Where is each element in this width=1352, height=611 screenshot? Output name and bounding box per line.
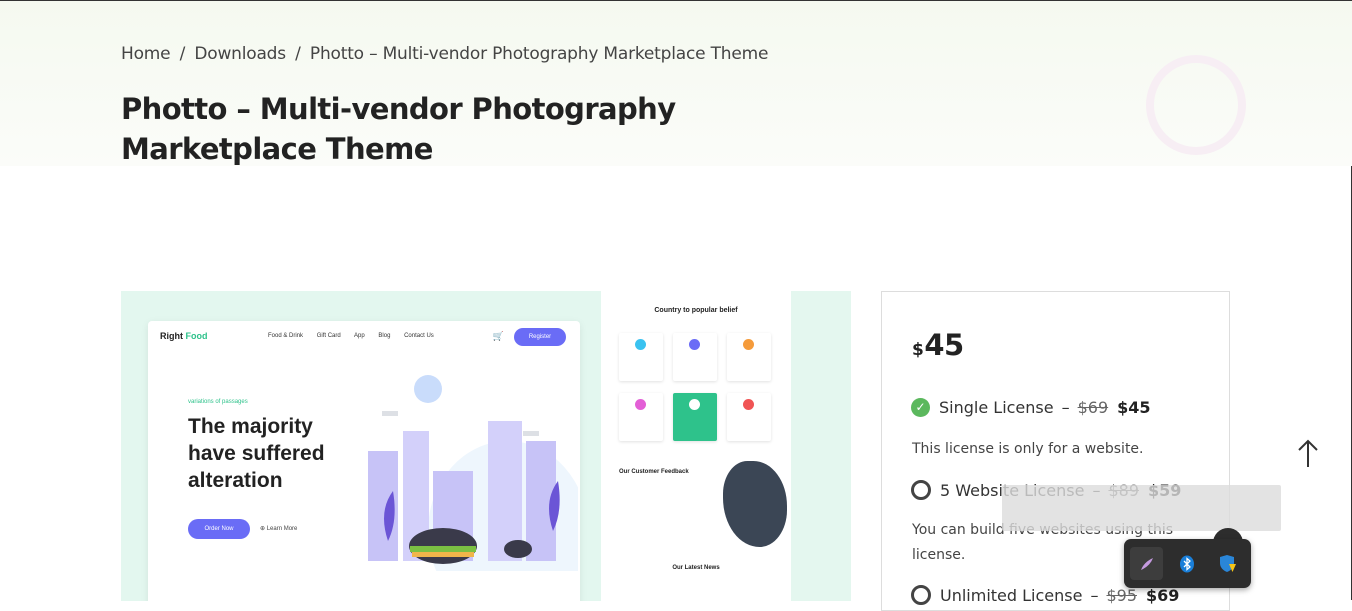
- preview-nav-item: Contact Us: [404, 333, 434, 339]
- tile-dot-icon: [635, 399, 646, 410]
- product-preview-image[interactable]: Right Food Food & Drink Gift Card App Bl…: [121, 291, 851, 601]
- license-old-price: $95: [1106, 585, 1137, 605]
- radio-button[interactable]: [911, 480, 931, 500]
- price-currency: $: [912, 340, 924, 360]
- pen-icon: [1140, 557, 1153, 570]
- preview-tile: [673, 333, 717, 381]
- license-description: This license is only for a website.: [912, 441, 1144, 457]
- preview-news-title: Our Latest News: [672, 565, 720, 571]
- breadcrumb-home[interactable]: Home: [121, 44, 171, 64]
- tray-button-security[interactable]: [1210, 547, 1243, 580]
- preview-left-panel: Right Food Food & Drink Gift Card App Bl…: [121, 291, 601, 601]
- cart-icon: 🛒: [492, 331, 504, 341]
- license-option-single[interactable]: ✓ Single License – $69 $45: [911, 398, 1151, 417]
- security-warning-icon: [1219, 554, 1236, 572]
- license-dash: –: [1090, 585, 1099, 605]
- preview-tile: [727, 393, 771, 441]
- decorative-ring: [1146, 55, 1246, 155]
- preview-nav: Food & Drink Gift Card App Blog Contact …: [268, 333, 446, 339]
- preview-nav-item: Food & Drink: [268, 333, 304, 339]
- license-name: Single License: [939, 398, 1054, 417]
- preview-tile-active: [673, 393, 717, 441]
- preview-nav-item: App: [354, 333, 365, 339]
- preview-logo-b: Food: [185, 331, 208, 341]
- preview-learn-more: ⊕ Learn More: [260, 526, 298, 532]
- preview-tile: [619, 393, 663, 441]
- license-option-unlimited[interactable]: Unlimited License – $95 $69: [911, 585, 1179, 605]
- preview-eyebrow: variations of passages: [188, 399, 248, 405]
- preview-nav-item: Gift Card: [316, 333, 341, 339]
- license-name: Unlimited License: [940, 585, 1083, 605]
- preview-avatar: [723, 461, 787, 547]
- tile-dot-icon: [743, 399, 754, 410]
- page-title: Photto – Multi-vendor Photography Market…: [121, 92, 676, 166]
- license-dash: –: [1061, 398, 1070, 417]
- tile-dot-icon: [689, 399, 700, 410]
- preview-feedback-title: Our Customer Feedback: [619, 469, 689, 475]
- city-illustration-icon: [368, 375, 578, 571]
- arrow-up-icon[interactable]: [1296, 439, 1320, 469]
- breadcrumb-separator: /: [179, 44, 186, 64]
- price-amount: 45: [924, 328, 964, 362]
- preview-side-strip: [791, 291, 851, 601]
- preview-logo: Right Food: [160, 331, 208, 341]
- preview-order-button: Order Now: [188, 519, 250, 539]
- tile-dot-icon: [743, 339, 754, 350]
- breadcrumb-downloads[interactable]: Downloads: [194, 44, 286, 64]
- preview-logo-a: Right: [160, 331, 183, 341]
- preview-register-button: Register: [514, 328, 566, 346]
- license-old-price: $69: [1077, 398, 1109, 417]
- tray-button-pen[interactable]: [1130, 547, 1163, 580]
- preview-right-panel: Country to popular belief Our Customer F…: [601, 291, 791, 601]
- check-circle-icon[interactable]: ✓: [911, 398, 930, 417]
- bluetooth-icon: [1179, 555, 1194, 572]
- breadcrumb: Home / Downloads / Photto – Multi-vendor…: [121, 44, 772, 64]
- preview-mock-site: Right Food Food & Drink Gift Card App Bl…: [148, 321, 580, 601]
- tray-button-bluetooth[interactable]: [1170, 547, 1203, 580]
- license-new-price: $69: [1146, 585, 1180, 605]
- radio-button[interactable]: [911, 585, 931, 605]
- preview-nav-item: Blog: [378, 333, 391, 339]
- tile-dot-icon: [635, 339, 646, 350]
- breadcrumb-current: Photto – Multi-vendor Photography Market…: [309, 44, 769, 64]
- notification-toast: [1002, 485, 1281, 531]
- preview-right-title: Country to popular belief: [654, 307, 738, 314]
- preview-tile: [727, 333, 771, 381]
- breadcrumb-separator: /: [295, 44, 301, 64]
- preview-tile: [619, 333, 663, 381]
- license-new-price: $45: [1117, 398, 1151, 417]
- system-tray-flyout: [1124, 539, 1251, 588]
- tile-dot-icon: [689, 339, 700, 350]
- preview-headline: The majority have suffered alteration: [188, 415, 325, 492]
- preview-learn-more-label: Learn More: [266, 526, 298, 532]
- price-display: $45: [912, 328, 964, 362]
